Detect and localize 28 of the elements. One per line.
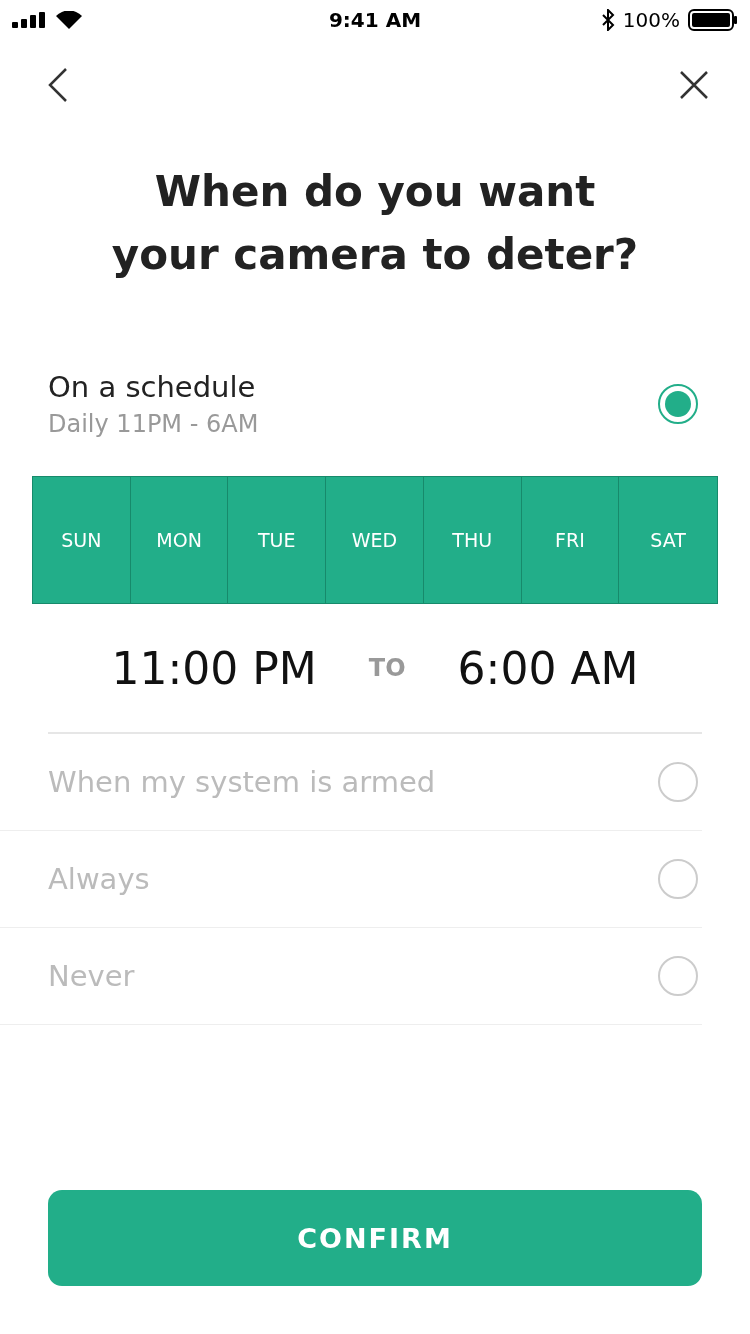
- battery-icon: [688, 9, 738, 31]
- battery-percent: 100%: [622, 8, 680, 32]
- radio-button[interactable]: [658, 762, 698, 802]
- day-toggle[interactable]: TUE: [228, 477, 327, 603]
- time-separator: TO: [368, 654, 406, 682]
- day-toggle[interactable]: FRI: [521, 477, 620, 603]
- day-toggle[interactable]: SAT: [619, 477, 717, 603]
- day-toggle[interactable]: MON: [130, 477, 229, 603]
- confirm-button[interactable]: CONFIRM: [48, 1190, 702, 1286]
- start-time[interactable]: 11:00 PM: [111, 642, 317, 694]
- end-time[interactable]: 6:00 AM: [457, 642, 639, 694]
- day-toggle[interactable]: SUN: [33, 477, 131, 603]
- schedule-summary: Daily 11PM - 6AM: [48, 410, 259, 438]
- wifi-icon: [56, 11, 82, 29]
- option-label: On a schedule: [48, 370, 257, 404]
- radio-button[interactable]: [658, 956, 698, 996]
- day-toggle[interactable]: THU: [423, 477, 522, 603]
- signal-icon: [12, 12, 48, 28]
- bluetooth-icon: [600, 9, 615, 31]
- option-label: When my system is armed: [48, 765, 436, 799]
- close-button[interactable]: [678, 69, 710, 101]
- status-time: 9:41 AM: [328, 8, 422, 32]
- day-toggle[interactable]: WED: [326, 477, 424, 603]
- option-label: Never: [48, 959, 135, 993]
- option-label: Always: [48, 862, 150, 896]
- radio-button[interactable]: [658, 859, 698, 899]
- radio-button[interactable]: [658, 384, 698, 424]
- page-title: When do you want your camera to deter?: [110, 166, 640, 281]
